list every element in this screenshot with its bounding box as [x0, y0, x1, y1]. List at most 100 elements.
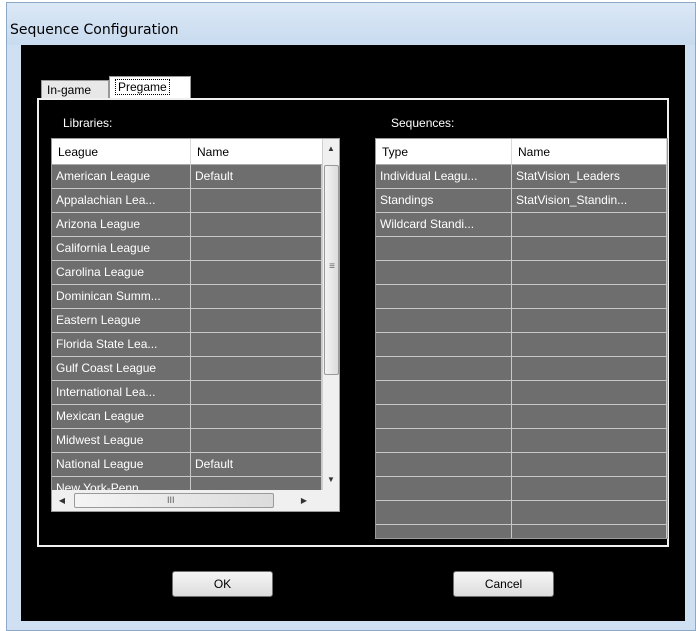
sequences-cell	[376, 357, 512, 380]
pregame-tab-panel: Libraries: League Name American League De…	[37, 98, 669, 547]
sequences-row[interactable]	[376, 429, 667, 453]
sequences-cell	[512, 213, 667, 236]
sequences-cell	[512, 285, 667, 308]
sequences-cell: Wildcard Standi...	[376, 213, 512, 236]
sequences-cell	[376, 333, 512, 356]
sequences-cell	[512, 357, 667, 380]
sequences-row[interactable]	[376, 333, 667, 357]
libraries-cell: Arizona League	[52, 213, 191, 236]
libraries-label: Libraries:	[63, 116, 113, 130]
sequences-row[interactable]	[376, 477, 667, 501]
sequences-cell	[512, 501, 667, 524]
sequences-cell	[376, 285, 512, 308]
sequences-cell	[376, 453, 512, 476]
sequences-cell	[512, 309, 667, 332]
sequences-row[interactable]	[376, 237, 667, 261]
libraries-cell: Default	[191, 165, 322, 188]
column-header-sequence-name[interactable]: Name	[512, 139, 667, 165]
grip-icon: ≡	[329, 261, 335, 272]
libraries-cell: National League	[52, 453, 191, 476]
sequences-cell	[512, 429, 667, 452]
libraries-row[interactable]: Florida State Lea...	[52, 333, 322, 357]
sequences-row[interactable]: Individual Leagu... StatVision_Leaders	[376, 165, 667, 189]
cancel-button[interactable]: Cancel	[453, 571, 554, 597]
libraries-row[interactable]: American League Default	[52, 165, 322, 189]
libraries-cell: Florida State Lea...	[52, 333, 191, 356]
scroll-right-arrow-icon[interactable]: ▶	[296, 493, 312, 509]
sequences-cell	[512, 525, 667, 538]
libraries-cell: Eastern League	[52, 309, 191, 332]
libraries-cell	[191, 285, 322, 308]
libraries-cell	[191, 333, 322, 356]
libraries-row[interactable]: Eastern League	[52, 309, 322, 333]
libraries-row[interactable]: Appalachian Lea...	[52, 189, 322, 213]
horizontal-scroll-thumb[interactable]: III	[74, 493, 274, 508]
sequences-cell	[512, 333, 667, 356]
libraries-cell: Gulf Coast League	[52, 357, 191, 380]
sequences-row[interactable]: Standings StatVision_Standin...	[376, 189, 667, 213]
scroll-left-arrow-icon[interactable]: ◀	[54, 493, 70, 509]
sequences-row[interactable]	[376, 525, 667, 538]
column-header-league[interactable]: League	[52, 139, 191, 165]
libraries-grid[interactable]: League Name American League Default Appala…	[51, 138, 340, 512]
libraries-cell: American League	[52, 165, 191, 188]
libraries-cell: International Lea...	[52, 381, 191, 404]
libraries-vertical-scrollbar[interactable]: ▲ ≡ ▼	[322, 139, 339, 490]
tab-in-game-label: In-game	[47, 83, 92, 97]
sequences-cell	[376, 405, 512, 428]
sequences-row[interactable]	[376, 453, 667, 477]
libraries-cell	[191, 405, 322, 428]
libraries-cell: California League	[52, 237, 191, 260]
vertical-scroll-thumb[interactable]: ≡	[324, 165, 339, 375]
sequences-row[interactable]	[376, 309, 667, 333]
column-header-type[interactable]: Type	[376, 139, 512, 165]
sequences-row[interactable]: Wildcard Standi...	[376, 213, 667, 237]
ok-button[interactable]: OK	[172, 571, 273, 597]
libraries-row[interactable]: Carolina League	[52, 261, 322, 285]
column-header-name[interactable]: Name	[191, 139, 323, 165]
sequences-cell	[512, 477, 667, 500]
hgrip-icon: III	[167, 495, 175, 505]
sequences-cell	[376, 381, 512, 404]
libraries-row[interactable]: International Lea...	[52, 381, 322, 405]
sequences-cell	[512, 381, 667, 404]
libraries-row[interactable]: National League Default	[52, 453, 322, 477]
libraries-cell: Appalachian Lea...	[52, 189, 191, 212]
sequences-cell	[512, 261, 667, 284]
sequences-cell: Individual Leagu...	[376, 165, 512, 188]
sequences-row[interactable]	[376, 285, 667, 309]
sequences-cell	[376, 501, 512, 524]
sequence-configuration-window: Sequence Configuration In-game Pregame L…	[6, 2, 696, 631]
window-title: Sequence Configuration	[10, 22, 179, 38]
sequences-cell	[512, 237, 667, 260]
sequences-row[interactable]	[376, 357, 667, 381]
libraries-row[interactable]: California League	[52, 237, 322, 261]
libraries-horizontal-scrollbar[interactable]: ◀ III ▶	[52, 490, 339, 511]
libraries-cell: Carolina League	[52, 261, 191, 284]
sequences-row[interactable]	[376, 501, 667, 525]
libraries-row[interactable]: Arizona League	[52, 213, 322, 237]
tab-in-game[interactable]: In-game	[41, 80, 109, 98]
sequences-row[interactable]	[376, 405, 667, 429]
scroll-up-arrow-icon[interactable]: ▲	[323, 141, 339, 157]
title-bar[interactable]: Sequence Configuration	[7, 3, 695, 45]
libraries-row[interactable]: Midwest League	[52, 429, 322, 453]
libraries-row[interactable]: Gulf Coast League	[52, 357, 322, 381]
sequences-cell: StatVision_Leaders	[512, 165, 667, 188]
sequences-grid[interactable]: Type Name Individual Leagu... StatVision_…	[375, 138, 668, 539]
sequences-row[interactable]	[376, 261, 667, 285]
sequences-row[interactable]	[376, 381, 667, 405]
libraries-cell	[191, 213, 322, 236]
scroll-down-arrow-icon[interactable]: ▼	[323, 472, 339, 488]
sequences-cell	[376, 429, 512, 452]
libraries-row[interactable]: Mexican League	[52, 405, 322, 429]
sequences-cell	[376, 477, 512, 500]
libraries-cell	[191, 261, 322, 284]
libraries-row[interactable]: Dominican Summ...	[52, 285, 322, 309]
libraries-cell: Midwest League	[52, 429, 191, 452]
tab-pregame-label: Pregame	[115, 79, 170, 95]
libraries-cell: Dominican Summ...	[52, 285, 191, 308]
sequences-cell	[376, 525, 512, 538]
libraries-cell	[191, 237, 322, 260]
tab-pregame[interactable]: Pregame	[109, 76, 191, 98]
